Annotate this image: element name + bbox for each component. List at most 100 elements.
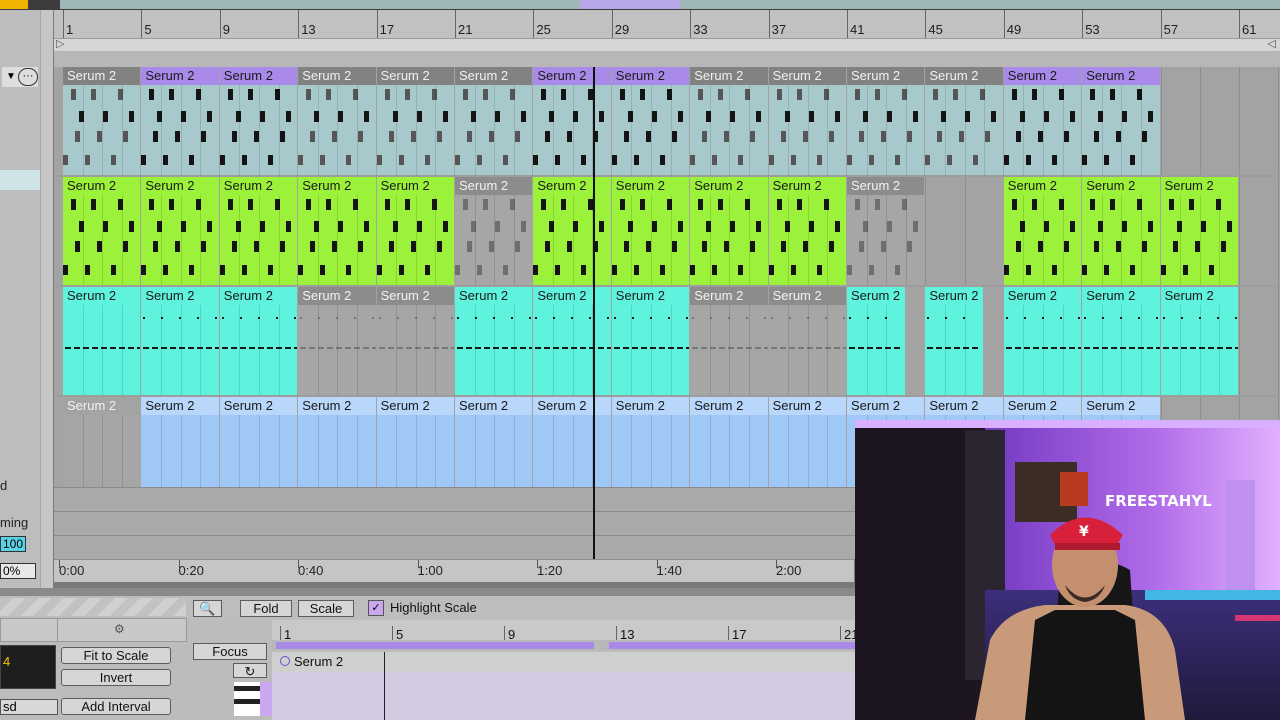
note-editor-grid[interactable]: Serum 2 bbox=[272, 652, 855, 720]
clip-activator-icon[interactable] bbox=[280, 656, 290, 666]
midi-note bbox=[1050, 347, 1057, 349]
midi-note bbox=[137, 347, 141, 349]
arrangement-clip[interactable]: Serum 2 bbox=[455, 177, 533, 285]
arrangement-clip[interactable]: Serum 2 bbox=[1082, 287, 1160, 395]
arrangement-clip[interactable]: Serum 2 bbox=[63, 287, 141, 395]
black-key[interactable] bbox=[234, 699, 260, 704]
arrangement-clip[interactable]: Serum 2 bbox=[455, 67, 533, 175]
arrangement-clip[interactable]: Serum 2 bbox=[141, 177, 219, 285]
add-interval-button[interactable]: Add Interval bbox=[61, 698, 171, 715]
arrangement-clip[interactable]: Serum 2 bbox=[141, 287, 219, 395]
editor-bar-number: 9 bbox=[508, 627, 516, 642]
arrangement-clip[interactable]: Serum 2 bbox=[376, 67, 454, 175]
arrangement-clip[interactable]: Serum 2 bbox=[768, 67, 846, 175]
focus-button[interactable]: Focus bbox=[193, 643, 267, 660]
editor-bar-number: 1 bbox=[284, 627, 292, 642]
loop-brace[interactable]: ▷ ◁ bbox=[54, 38, 1280, 52]
arrangement-clip[interactable]: Serum 2 bbox=[611, 67, 690, 175]
percent-field[interactable]: 0% bbox=[0, 563, 36, 579]
clip-title: Serum 2 bbox=[533, 67, 611, 85]
fold-button[interactable]: Fold bbox=[240, 600, 292, 617]
loop-icon[interactable]: ↻ bbox=[233, 663, 267, 679]
midi-note bbox=[293, 317, 296, 319]
midi-note bbox=[1189, 347, 1196, 349]
arrangement-clip[interactable]: Serum 2 bbox=[219, 177, 298, 285]
loop-end-icon[interactable]: ◁ bbox=[1268, 37, 1276, 50]
arrangement-clip[interactable]: Serum 2 bbox=[219, 67, 298, 175]
midi-note bbox=[913, 221, 918, 232]
arrangement-clip[interactable]: Serum 2 bbox=[376, 287, 454, 395]
value-display[interactable]: 4 bbox=[0, 645, 56, 689]
bar-ruler[interactable]: 1 5 9 13 17 21 25 29 33 37 41 45 49 53 57 61 bbox=[54, 10, 1280, 40]
more-options-icon[interactable]: ··· bbox=[18, 68, 38, 86]
arrangement-clip[interactable]: Serum 2 bbox=[1082, 177, 1160, 285]
arrangement-clip[interactable]: Serum 2 bbox=[1003, 287, 1082, 395]
arrangement-clip[interactable]: Serum 2 bbox=[219, 287, 298, 395]
loop-region[interactable] bbox=[276, 642, 594, 649]
arrangement-clip[interactable]: Serum 2 bbox=[1003, 67, 1082, 175]
arrangement-clip[interactable]: Serum 2 bbox=[768, 287, 846, 395]
arrangement-clip[interactable]: Serum 2 bbox=[376, 177, 454, 285]
groove-amount-field[interactable]: 100 bbox=[0, 536, 27, 552]
midi-note bbox=[808, 111, 814, 122]
arrangement-clip[interactable]: Serum 2 bbox=[847, 287, 905, 395]
arrangement-clip[interactable]: Serum 2 bbox=[298, 67, 376, 175]
arrangement-clip[interactable]: Serum 2 bbox=[847, 67, 925, 175]
clip-bar-separator bbox=[317, 85, 319, 175]
clip-bar-separator bbox=[552, 305, 554, 395]
arrangement-clip[interactable]: Serum 2 bbox=[611, 177, 690, 285]
invert-button[interactable]: Invert bbox=[61, 669, 171, 686]
editor-bar-ruler[interactable] bbox=[272, 620, 855, 642]
overview-strip[interactable] bbox=[0, 0, 1280, 10]
editor-tab[interactable] bbox=[0, 618, 58, 642]
arrangement-clip[interactable]: Serum 2 bbox=[690, 67, 768, 175]
scale-button[interactable]: Scale bbox=[298, 600, 354, 617]
arrangement-clip[interactable]: Serum 2 bbox=[298, 177, 376, 285]
track-lane[interactable]: Serum 2 Serum 2 Serum 2 Serum 2 Serum 2 Serum… bbox=[54, 67, 1280, 175]
arrangement-clip[interactable]: Serum 2 bbox=[690, 177, 768, 285]
arrangement-clip[interactable]: Serum 2 bbox=[455, 287, 533, 395]
highlight-scale-checkbox[interactable]: ✓ bbox=[368, 600, 384, 616]
search-icon[interactable]: 🔍 bbox=[193, 600, 222, 617]
time-ruler[interactable]: 0:00 0:20 0:40 1:00 1:20 1:40 2:00 bbox=[54, 559, 854, 582]
arrangement-clip[interactable]: Serum 2 bbox=[925, 67, 1003, 175]
midi-note bbox=[973, 155, 979, 165]
midi-note bbox=[450, 347, 454, 349]
arrangement-clip[interactable]: Serum 2 bbox=[533, 287, 611, 395]
editor-tab[interactable]: ⚙ bbox=[57, 618, 187, 642]
fold-triangle-icon[interactable]: ▼ bbox=[6, 71, 16, 82]
black-key[interactable] bbox=[234, 686, 260, 691]
arrangement-clip[interactable]: Serum 2 bbox=[1082, 67, 1160, 175]
arrangement-clip[interactable]: Serum 2 bbox=[611, 287, 690, 395]
arrangement-clip[interactable]: Serum 2 bbox=[63, 67, 141, 175]
arrangement-clip[interactable]: Serum 2 bbox=[141, 67, 219, 175]
arrangement-clip[interactable]: Serum 2 bbox=[847, 177, 925, 285]
arrangement-clip[interactable]: Serum 2 bbox=[1160, 177, 1238, 285]
fit-to-scale-button[interactable]: Fit to Scale bbox=[61, 647, 171, 664]
track-lane[interactable]: Serum 2 Serum 2 Serum 2 Serum 2 Serum 2 Serum… bbox=[54, 287, 1280, 395]
selector-field[interactable]: sd bbox=[0, 699, 58, 715]
track-lane[interactable]: Serum 2 Serum 2 Serum 2 Serum 2 Serum 2 Serum… bbox=[54, 177, 1280, 285]
arrangement-clip[interactable]: Serum 2 bbox=[63, 177, 141, 285]
track-header[interactable]: ▼ ··· bbox=[2, 67, 38, 87]
loop-region[interactable] bbox=[609, 642, 855, 649]
locator-lane[interactable] bbox=[54, 51, 1280, 67]
arrangement-clip[interactable]: Serum 2 bbox=[925, 287, 984, 395]
midi-note bbox=[945, 347, 952, 349]
midi-note bbox=[71, 89, 76, 100]
piano-keys[interactable] bbox=[234, 682, 272, 716]
arrangement-clip[interactable]: Serum 2 bbox=[533, 177, 611, 285]
editor-loop-lane[interactable] bbox=[272, 640, 855, 650]
loop-start-icon[interactable]: ▷ bbox=[56, 37, 64, 50]
arrangement-clip[interactable]: Serum 2 bbox=[768, 177, 846, 285]
midi-note bbox=[947, 155, 953, 165]
arrangement-clip[interactable]: Serum 2 bbox=[533, 67, 611, 175]
arrangement-clip[interactable]: Serum 2 bbox=[1160, 287, 1238, 395]
arrangement-clip[interactable]: Serum 2 bbox=[298, 287, 376, 395]
arrangement-clip[interactable]: Serum 2 bbox=[690, 287, 768, 395]
led-strip bbox=[1235, 615, 1280, 621]
arrangement-clip[interactable]: Serum 2 bbox=[1003, 177, 1082, 285]
panel-scrollbar[interactable] bbox=[40, 10, 53, 588]
midi-note bbox=[181, 111, 187, 122]
midi-note bbox=[1104, 155, 1110, 165]
